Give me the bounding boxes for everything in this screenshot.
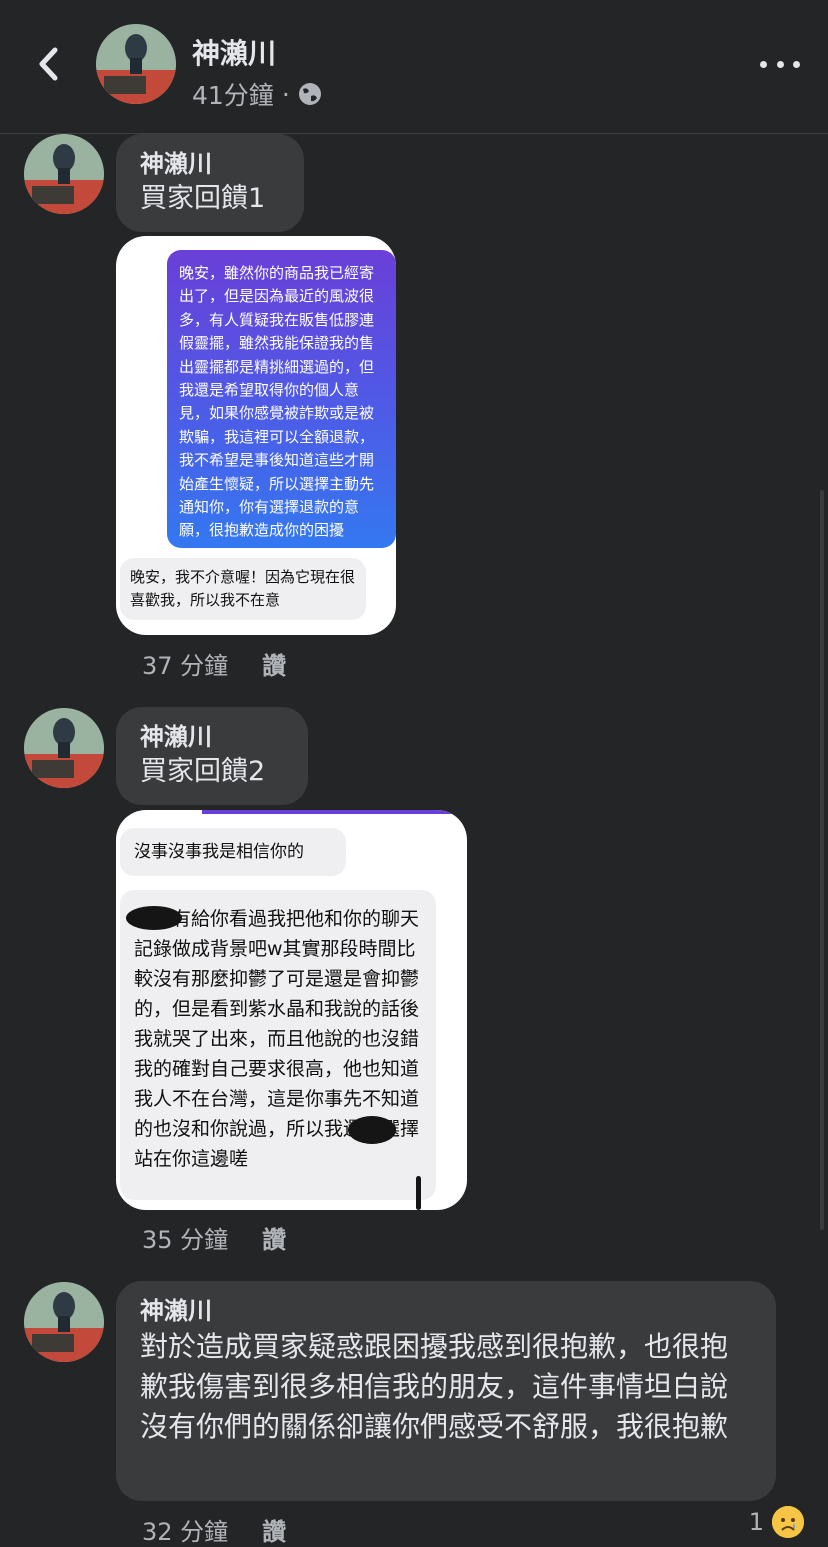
globe-icon (298, 83, 321, 105)
reply-message: 沒事沒事我是相信你的 (120, 828, 346, 876)
header-avatar[interactable] (96, 24, 176, 104)
avatar-image (24, 708, 104, 788)
scrollbar[interactable] (820, 490, 824, 1230)
comment-bubble[interactable]: 神瀨川 對於造成買家疑惑跟困擾我感到很抱歉，也很抱歉我傷害到很多相信我的朋友，這… (116, 1281, 776, 1501)
header-author-name[interactable]: 神瀨川 (192, 32, 276, 72)
comment-attachment-image[interactable]: 晚安，雖然你的商品我已經寄出了，但是因為最近的風波很多，有人質疑我在販售低膠連假… (116, 236, 396, 635)
more-options-button[interactable] (760, 52, 800, 76)
avatar-image (96, 24, 176, 104)
sad-emoji-icon (772, 1506, 804, 1538)
comment-avatar[interactable] (24, 1282, 104, 1362)
comment-avatar[interactable] (24, 134, 104, 214)
avatar-image (24, 1282, 104, 1362)
comment-actions: 35 分鐘 讚 (142, 1220, 286, 1255)
header-meta: 41分鐘 · (192, 76, 322, 112)
like-button[interactable]: 讚 (262, 646, 286, 681)
reaction-count: 1 (748, 1508, 764, 1536)
comment-author-name[interactable]: 神瀨川 (140, 721, 284, 753)
more-dot (776, 60, 784, 68)
comment-text: 買家回饋1 (140, 183, 266, 214)
redaction-scribble (348, 1116, 396, 1144)
header-time: 41分鐘 (192, 81, 274, 110)
scribble-mark (416, 1176, 421, 1210)
comment-attachment-image[interactable]: 沒事沒事我是相信你的 應該有給你看過我把他和你的聊天記錄做成背景吧w其實那段時間… (116, 810, 467, 1210)
comment-time: 37 分鐘 (142, 652, 229, 680)
comment-text: 對於造成買家疑惑跟困擾我感到很抱歉，也很抱歉我傷害到很多相信我的朋友，這件事情坦… (140, 1330, 729, 1443)
comment-actions: 37 分鐘 讚 (142, 646, 286, 681)
avatar-image (24, 134, 104, 214)
comment-avatar[interactable] (24, 708, 104, 788)
more-horizontal-icon (760, 60, 767, 68)
reply-message: 晚安，我不介意喔！因為它現在很喜歡我，所以我不在意 (120, 558, 366, 620)
redaction-scribble (126, 906, 182, 930)
chevron-left-icon (39, 47, 58, 81)
comment-author-name[interactable]: 神瀨川 (140, 1295, 752, 1327)
comment-bubble[interactable]: 神瀨川 買家回饋1 (116, 134, 304, 232)
comment-time: 32 分鐘 (142, 1518, 229, 1546)
header-separator: · (281, 79, 290, 109)
comment-time: 35 分鐘 (142, 1226, 229, 1254)
like-button[interactable]: 讚 (262, 1512, 286, 1547)
comment-actions: 32 分鐘 讚 (142, 1512, 286, 1547)
cropped-purple-edge (202, 810, 452, 814)
reply-message: 應該有給你看過我把他和你的聊天記錄做成背景吧w其實那段時間比較沒有那麼抑鬱了可是… (120, 890, 436, 1200)
more-dot (793, 60, 800, 68)
like-button[interactable]: 讚 (262, 1220, 286, 1255)
outgoing-message: 晚安，雖然你的商品我已經寄出了，但是因為最近的風波很多，有人質疑我在販售低膠連假… (167, 250, 396, 548)
reaction-summary[interactable]: 1 (749, 1506, 804, 1538)
comment-bubble[interactable]: 神瀨川 買家回饋2 (116, 707, 308, 805)
comment-author-name[interactable]: 神瀨川 (140, 148, 280, 180)
back-button[interactable] (28, 42, 68, 86)
comment-text: 買家回饋2 (140, 756, 266, 787)
